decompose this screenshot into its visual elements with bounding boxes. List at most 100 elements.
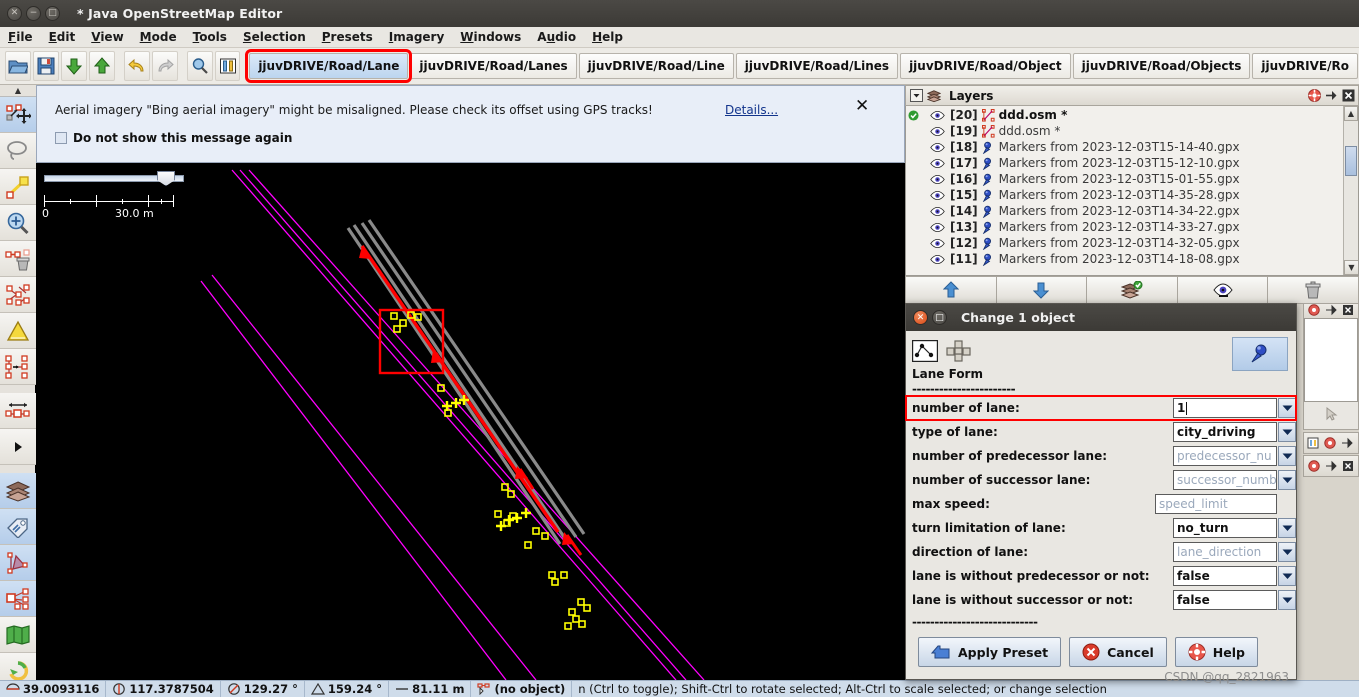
do-not-show-again-row[interactable]: Do not show this message again: [55, 131, 292, 145]
field-dropdown-button[interactable]: [1278, 590, 1296, 610]
field-dropdown-button[interactable]: [1278, 470, 1296, 490]
layer-row[interactable]: [17] Markers from 2023-12-03T15-12-10.gpx: [906, 155, 1358, 171]
dialog-close-button[interactable]: ✕: [913, 310, 928, 325]
preset-tab-1[interactable]: jjuvDRIVE/Road/Lanes: [410, 53, 577, 79]
help-button[interactable]: Help: [1174, 637, 1258, 667]
menu-selection[interactable]: Selection: [235, 28, 314, 46]
background-panel-button[interactable]: [1304, 402, 1358, 426]
layer-row[interactable]: [12] Markers from 2023-12-03T14-32-05.gpx: [906, 235, 1358, 251]
menu-file[interactable]: File: [0, 28, 41, 46]
preset-tab-3[interactable]: jjuvDRIVE/Road/Lines: [735, 53, 899, 79]
layers-panel-button[interactable]: [0, 473, 36, 509]
layer-visibility-icon[interactable]: [930, 190, 950, 201]
scroll-up-arrow[interactable]: ▲: [1344, 106, 1358, 121]
do-not-show-again-checkbox[interactable]: [55, 132, 67, 144]
pin-preset-button[interactable]: [1232, 337, 1288, 371]
move-layer-up-button[interactable]: [905, 276, 997, 304]
preset-tab-5[interactable]: jjuvDRIVE/Road/Objects: [1072, 53, 1251, 79]
upload-button[interactable]: [89, 51, 116, 81]
parallel-mode-button[interactable]: [0, 277, 36, 313]
open-file-button[interactable]: [5, 51, 32, 81]
field-dropdown-button[interactable]: [1278, 518, 1296, 538]
menu-mode[interactable]: Mode: [132, 28, 185, 46]
layer-active-check[interactable]: [908, 109, 930, 121]
window-maximize-button[interactable]: □: [45, 6, 60, 21]
layer-visibility-icon[interactable]: [930, 142, 950, 153]
improve-way-button[interactable]: [0, 313, 36, 349]
extrude-mode-button[interactable]: [0, 349, 36, 385]
field-input[interactable]: lane_direction: [1173, 542, 1277, 562]
field-dropdown-button[interactable]: [1278, 566, 1296, 586]
preferences-button[interactable]: [214, 51, 241, 81]
zoom-mode-button[interactable]: [0, 205, 36, 241]
field-input[interactable]: 1: [1173, 398, 1277, 418]
map-canvas[interactable]: 0 30.0 m Aerial imagery "Bing aerial ima…: [36, 85, 905, 680]
download-button[interactable]: [61, 51, 88, 81]
save-button[interactable]: [33, 51, 60, 81]
layer-row[interactable]: [11] Markers from 2023-12-03T14-18-08.gpx: [906, 251, 1358, 267]
layer-visibility-icon[interactable]: [930, 110, 950, 121]
layer-visibility-icon[interactable]: [930, 174, 950, 185]
layer-visibility-icon[interactable]: [930, 238, 950, 249]
layer-row[interactable]: [13] Markers from 2023-12-03T14-33-27.gpx: [906, 219, 1358, 235]
delete-layer-button[interactable]: [1268, 276, 1359, 304]
field-input[interactable]: speed_limit: [1155, 494, 1277, 514]
help-icon[interactable]: [1307, 459, 1321, 473]
map-paint-button[interactable]: [0, 617, 36, 653]
layer-row[interactable]: [20] ddd.osm *: [906, 107, 1358, 123]
help-icon[interactable]: [1307, 89, 1321, 103]
preferences-small-icon[interactable]: [1307, 436, 1319, 450]
dialog-maximize-button[interactable]: □: [932, 310, 947, 325]
layer-visibility-icon[interactable]: [930, 206, 950, 217]
scrollbar-thumb[interactable]: [1345, 146, 1357, 176]
imagery-warning-close-button[interactable]: ✕: [855, 96, 869, 116]
play-mode-button[interactable]: [0, 429, 36, 465]
lasso-mode-button[interactable]: [0, 133, 36, 169]
scroll-down-arrow[interactable]: ▼: [1344, 260, 1358, 275]
chevron-down-icon[interactable]: [909, 89, 923, 103]
layer-visibility-icon[interactable]: [930, 222, 950, 233]
imagery-warning-details-link[interactable]: Details...: [725, 103, 778, 117]
menu-audio[interactable]: Audio: [529, 28, 584, 46]
field-input[interactable]: successor_numb: [1173, 470, 1277, 490]
detach-icon[interactable]: [1324, 303, 1338, 317]
field-dropdown-button[interactable]: [1278, 398, 1296, 418]
close-icon[interactable]: [1341, 89, 1355, 103]
cancel-button[interactable]: Cancel: [1069, 637, 1167, 667]
field-dropdown-button[interactable]: [1278, 542, 1296, 562]
window-close-button[interactable]: ✕: [7, 6, 22, 21]
search-button[interactable]: [186, 51, 213, 81]
relations-panel-button[interactable]: [0, 581, 36, 617]
preset-tab-6[interactable]: jjuvDRIVE/Ro: [1252, 53, 1358, 79]
scale-mode-button[interactable]: [0, 393, 36, 429]
menu-imagery[interactable]: Imagery: [381, 28, 453, 46]
close-icon[interactable]: [1341, 303, 1355, 317]
menu-windows[interactable]: Windows: [452, 28, 529, 46]
redo-button[interactable]: [151, 51, 178, 81]
menu-tools[interactable]: Tools: [185, 28, 235, 46]
preset-tab-2[interactable]: jjuvDRIVE/Road/Line: [578, 53, 734, 79]
field-dropdown-button[interactable]: [1278, 446, 1296, 466]
move-layer-down-button[interactable]: [996, 276, 1088, 304]
field-dropdown-button[interactable]: [1278, 422, 1296, 442]
field-input[interactable]: predecessor_nu: [1173, 446, 1277, 466]
layer-row[interactable]: [19] ddd.osm *: [906, 123, 1358, 139]
delete-mode-button[interactable]: [0, 241, 36, 277]
preset-tab-4[interactable]: jjuvDRIVE/Road/Object: [900, 53, 1071, 79]
layer-row[interactable]: [16] Markers from 2023-12-03T15-01-55.gpx: [906, 171, 1358, 187]
draw-node-button[interactable]: [0, 169, 36, 205]
layers-scrollbar[interactable]: ▲ ▼: [1343, 106, 1358, 275]
selection-panel-button[interactable]: [0, 545, 36, 581]
left-toolbar-scroll-up[interactable]: ▲: [0, 85, 36, 97]
menu-view[interactable]: View: [83, 28, 131, 46]
map-zoom-slider[interactable]: [44, 171, 184, 186]
window-minimize-button[interactable]: −: [26, 6, 41, 21]
detach-icon[interactable]: [1324, 459, 1338, 473]
menu-help[interactable]: Help: [584, 28, 631, 46]
help-icon[interactable]: [1307, 303, 1321, 317]
layer-row[interactable]: [14] Markers from 2023-12-03T14-34-22.gpx: [906, 203, 1358, 219]
layer-visibility-icon[interactable]: [930, 126, 950, 137]
layer-row[interactable]: [15] Markers from 2023-12-03T14-35-28.gpx: [906, 187, 1358, 203]
field-input[interactable]: city_driving: [1173, 422, 1277, 442]
apply-preset-button[interactable]: Apply Preset: [918, 637, 1062, 667]
